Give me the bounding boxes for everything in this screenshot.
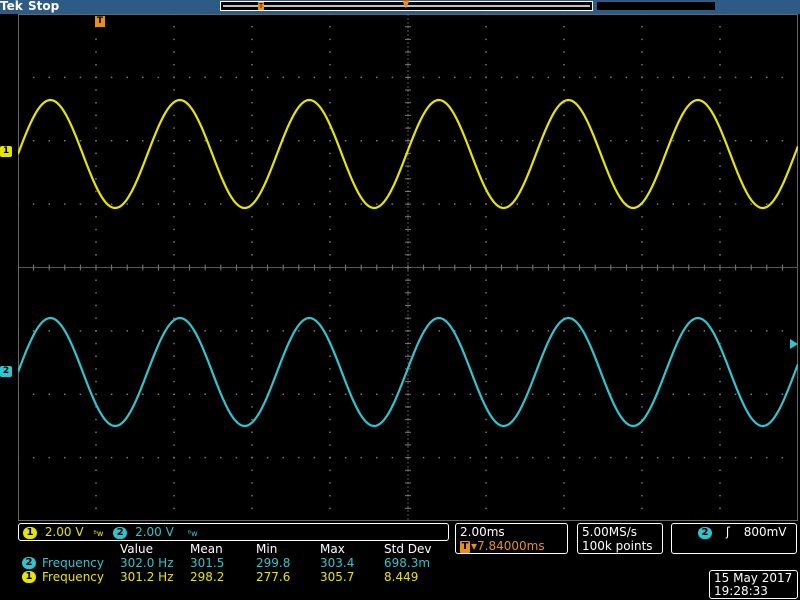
trigger-panel[interactable]: 2 ʃ 800mV	[671, 523, 797, 554]
col-mean: Mean	[190, 542, 223, 556]
waveform-display[interactable]	[18, 14, 798, 521]
trigger-level-icon	[790, 339, 798, 349]
ch1-ground-marker-icon[interactable]: 1	[0, 146, 12, 157]
meas2-channel-badge: 1	[22, 571, 36, 583]
acquisition-panel[interactable]: 5.00MS/s 100k points	[577, 523, 663, 554]
datetime-panel: 15 May 2017 19:28:33	[709, 570, 798, 599]
meas2-value: 301.2 Hz	[120, 570, 174, 584]
ch2-bandwidth-icon: ᴮw	[187, 529, 198, 538]
meas1-name: Frequency	[42, 556, 104, 570]
meas1-min: 299.8	[256, 556, 291, 570]
ch1-badge: 1	[23, 526, 37, 539]
trigger-marker-icon[interactable]: T	[95, 16, 105, 27]
acquisition-status: Stop	[28, 0, 60, 13]
meas1-max: 303.4	[320, 556, 355, 570]
trigger-level: 800mV	[743, 525, 787, 539]
horizontal-scale: 2.00ms	[460, 525, 505, 539]
meas1-std-dev: 698.3m	[384, 556, 431, 570]
trigger-position-icon[interactable]: ▼	[402, 0, 410, 10]
meas1-mean: 301.5	[190, 556, 225, 570]
record-length: 100k points	[582, 539, 653, 553]
col-min: Min	[256, 542, 278, 556]
ch1-bandwidth-icon: ᴮw	[93, 529, 104, 538]
meas2-max: 305.7	[320, 570, 355, 584]
trigger-slope-icon: ʃ	[725, 525, 730, 539]
record-overview-right	[596, 1, 716, 11]
meas1-channel-badge: 2	[22, 557, 36, 569]
channel-scale-panel[interactable]: 1 2.00 V ᴮw 2 2.00 V ᴮw	[18, 523, 449, 541]
record-trigger-icon: T	[258, 2, 264, 10]
status-bar: Tek Stop T ▼	[0, 0, 800, 14]
trigger-delay: ▾7.84000ms	[471, 539, 545, 553]
meas2-mean: 298.2	[190, 570, 225, 584]
meas2-std-dev: 8.449	[384, 570, 419, 584]
meas1-value: 302.0 Hz	[120, 556, 174, 570]
meas2-name: Frequency	[42, 570, 104, 584]
col-max: Max	[320, 542, 345, 556]
sample-rate: 5.00MS/s	[582, 525, 637, 539]
trigger-source-badge: 2	[698, 526, 712, 539]
graticule-grid	[18, 14, 798, 521]
ch2-ground-marker-icon[interactable]: 2	[0, 366, 12, 377]
brand-label: Tek	[0, 0, 23, 13]
trigger-delay-icon: T	[460, 540, 470, 553]
timebase-panel[interactable]: 2.00ms T ▾7.84000ms	[455, 523, 568, 554]
meas2-min: 277.6	[256, 570, 291, 584]
date: 15 May 2017	[714, 571, 793, 585]
col-value: Value	[120, 542, 153, 556]
ch2-badge: 2	[113, 526, 128, 539]
measurement-table[interactable]: Value Mean Min Max Std Dev 2 Frequency 3…	[18, 542, 450, 586]
ch2-scale: 2.00 V	[135, 525, 174, 539]
col-std-dev: Std Dev	[384, 542, 432, 556]
time: 19:28:33	[714, 584, 768, 598]
ch1-scale: 2.00 V	[44, 525, 84, 539]
